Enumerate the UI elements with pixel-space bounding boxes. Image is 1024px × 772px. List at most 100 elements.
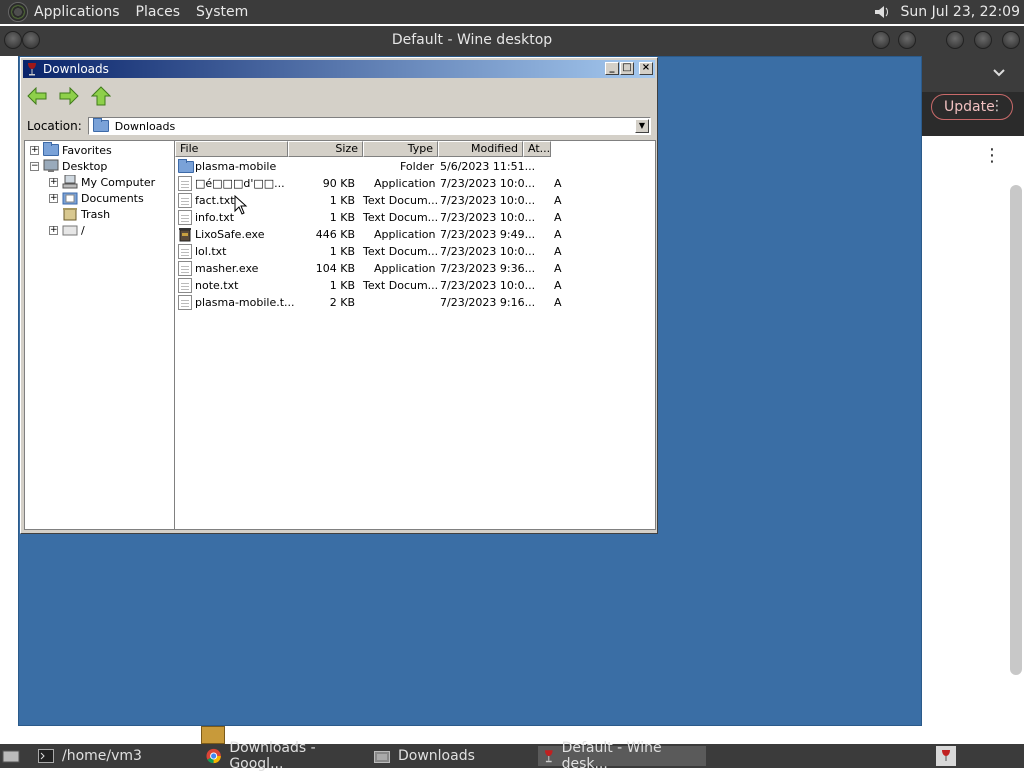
desktop-folder-icon[interactable]: [201, 726, 225, 744]
more-icon[interactable]: ⋮: [990, 98, 1004, 114]
folder-icon: [374, 751, 390, 763]
expand-icon[interactable]: +: [30, 145, 39, 155]
wine-desktop-title: Default - Wine desktop: [391, 32, 553, 48]
gnome-logo-icon[interactable]: [8, 2, 28, 22]
col-size[interactable]: Size: [288, 141, 363, 157]
tree-item-desktop[interactable]: − Desktop: [30, 158, 107, 174]
file-attr: A: [554, 279, 562, 292]
file-name: plasma-mobile: [195, 160, 277, 173]
minimize-icon[interactable]: [872, 31, 890, 49]
file-type: Text Docum...: [363, 194, 439, 207]
file-modified: 7/23/2023 9:16...: [440, 296, 536, 309]
file-size: 1 KB: [329, 211, 355, 224]
wine-desktop-titlebar[interactable]: Default - Wine desktop: [0, 26, 922, 56]
up-button[interactable]: [89, 84, 113, 108]
bg-btn-3-icon: [1002, 31, 1020, 49]
wine-icon: [544, 750, 553, 763]
document-icon: [178, 176, 192, 191]
tree-item-documents[interactable]: + Documents: [49, 190, 144, 206]
folder-icon: [178, 159, 194, 174]
file-size: 104 KB: [315, 262, 355, 275]
file-type: Text Docum...: [363, 211, 439, 224]
task-downloads[interactable]: Downloads: [374, 746, 534, 766]
bg-btn-2-icon: [974, 31, 992, 49]
expand-icon[interactable]: +: [49, 225, 58, 235]
location-combobox[interactable]: Downloads ▼: [87, 117, 651, 135]
folder-tree[interactable]: + Favorites − Desktop + My Computer + Do…: [24, 140, 174, 530]
file-modified: 7/23/2023 10:0...: [440, 194, 536, 207]
terminal-icon: [38, 749, 54, 763]
file-type: Text Docum...: [363, 279, 439, 292]
file-name: info.txt: [195, 211, 235, 224]
volume-icon[interactable]: [873, 3, 891, 21]
clock[interactable]: Sun Jul 23, 22:09: [901, 4, 1021, 20]
menu-places[interactable]: Places: [136, 4, 181, 20]
tree-label: My Computer: [81, 175, 156, 189]
file-row[interactable]: LixoSafe.exe 446 KB Application 7/23/202…: [175, 226, 575, 243]
file-row[interactable]: note.txt 1 KB Text Docum... 7/23/2023 10…: [175, 277, 575, 294]
column-headers: File Size Type Modified At...: [175, 141, 655, 157]
kebab-menu-icon[interactable]: ⋮: [983, 145, 1001, 166]
task-chrome[interactable]: Downloads - Googl...: [206, 740, 368, 772]
file-row[interactable]: plasma-mobile Folder 5/6/2023 11:51...: [175, 158, 575, 175]
explorer-titlebar[interactable]: Downloads _ □ ×: [23, 60, 655, 78]
maximize-button[interactable]: □: [620, 62, 634, 75]
col-attributes[interactable]: At...: [523, 141, 551, 157]
menu-system[interactable]: System: [196, 4, 248, 20]
document-icon: [178, 244, 192, 259]
col-modified[interactable]: Modified: [438, 141, 523, 157]
document-icon: [178, 261, 192, 276]
file-attr: A: [554, 177, 562, 190]
browser-tabbar: [922, 56, 1024, 92]
forward-button[interactable]: [57, 84, 81, 108]
file-row[interactable]: lol.txt 1 KB Text Docum... 7/23/2023 10:…: [175, 243, 575, 260]
location-label: Location:: [27, 119, 82, 133]
back-arrow-icon: [27, 87, 47, 105]
back-button[interactable]: [25, 84, 49, 108]
tree-item-root[interactable]: + /: [49, 222, 85, 238]
location-value: Downloads: [114, 119, 176, 133]
collapse-icon[interactable]: −: [30, 161, 39, 171]
file-type: Application: [374, 262, 436, 275]
update-button[interactable]: Update ⋮: [931, 94, 1013, 120]
expand-icon[interactable]: +: [49, 193, 58, 203]
task-label: Default - Wine desk...: [561, 740, 662, 772]
tree-item-trash[interactable]: Trash: [49, 206, 110, 222]
file-modified: 7/23/2023 10:0...: [440, 245, 536, 258]
file-attr: A: [554, 228, 562, 241]
task-terminal[interactable]: /home/vm3: [38, 746, 196, 766]
folder-icon: [92, 118, 109, 132]
tree-item-favorites[interactable]: + Favorites: [30, 142, 112, 158]
file-size: 90 KB: [322, 177, 355, 190]
minimize-button[interactable]: _: [605, 62, 619, 75]
tree-label: Desktop: [62, 159, 108, 173]
chevron-down-icon[interactable]: [992, 66, 1006, 80]
tree-item-my-computer[interactable]: + My Computer: [49, 174, 155, 190]
file-row[interactable]: □é□□□d'□□... 90 KB Application 7/23/2023…: [175, 175, 575, 192]
file-modified: 7/23/2023 10:0...: [440, 279, 536, 292]
expand-icon[interactable]: +: [49, 177, 58, 187]
col-file[interactable]: File: [175, 141, 288, 157]
mouse-cursor-icon: [234, 195, 248, 215]
file-type: Application: [374, 177, 436, 190]
document-icon: [178, 278, 192, 293]
tray-wine-icon[interactable]: [936, 746, 956, 766]
show-desktop-button[interactable]: [2, 746, 20, 766]
col-type[interactable]: Type: [363, 141, 438, 157]
browser-scrollbar[interactable]: [1010, 185, 1022, 675]
menu-applications[interactable]: Applications: [34, 4, 120, 20]
dropdown-arrow-icon[interactable]: ▼: [635, 119, 649, 133]
file-size: 1 KB: [329, 194, 355, 207]
update-label: Update: [944, 99, 995, 115]
file-attr: A: [554, 211, 562, 224]
up-arrow-icon: [91, 86, 111, 106]
close-icon[interactable]: [898, 31, 916, 49]
file-row[interactable]: plasma-mobile.t... 2 KB 7/23/2023 9:16..…: [175, 294, 575, 311]
task-wine-desktop[interactable]: Default - Wine desk...: [538, 740, 706, 772]
file-row[interactable]: masher.exe 104 KB Application 7/23/2023 …: [175, 260, 575, 277]
file-name: note.txt: [195, 279, 239, 292]
close-button[interactable]: ×: [639, 62, 653, 75]
file-type: Folder: [400, 160, 434, 173]
background-window-titlebar: [922, 26, 1024, 56]
background-browser: [922, 56, 1024, 744]
